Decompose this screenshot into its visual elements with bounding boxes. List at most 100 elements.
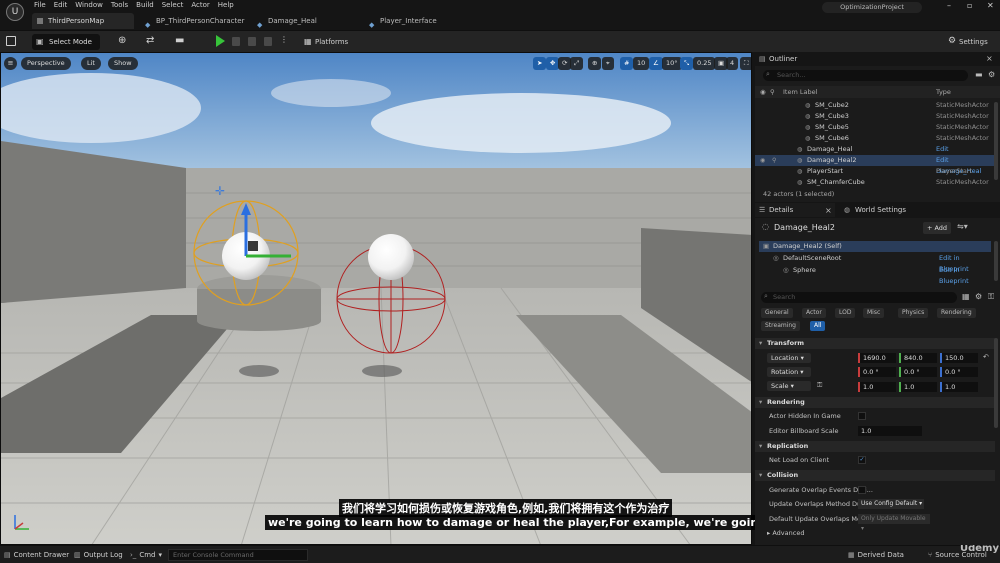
details-search-input[interactable]: Search — [761, 292, 957, 303]
scale-lock-icon[interactable]: ⚿ — [817, 381, 822, 390]
scale-y-field[interactable]: 1.0 — [899, 382, 937, 392]
category-tab[interactable]: Misc — [863, 308, 885, 318]
tab-details[interactable]: ☰ Details — [755, 203, 835, 217]
outliner-row[interactable]: ◍ SM_Cube5 StaticMeshActor — [755, 122, 995, 133]
scale-tool-icon[interactable]: ⤢ — [570, 57, 584, 70]
outliner-row[interactable]: ◍ SM_ChamferCube StaticMeshActor — [755, 177, 995, 188]
menu-edit[interactable]: Edit — [54, 1, 76, 9]
net-load-checkbox[interactable]: ✓ — [858, 456, 866, 464]
section-collision[interactable]: Collision — [755, 470, 995, 481]
unreal-logo-icon[interactable]: U — [6, 3, 24, 21]
default-update-select[interactable]: Only Update Movable ▾ — [858, 514, 930, 532]
location-dropdown[interactable]: Location ▾ — [767, 353, 811, 363]
rotation-y-field[interactable]: 0.0 ° — [899, 367, 937, 377]
details-scrollbar[interactable] — [994, 338, 998, 428]
close-icon[interactable]: ✕ — [987, 1, 994, 10]
play-options-icon[interactable]: ⋮ — [280, 35, 288, 44]
outliner-row[interactable]: ◍ PlayerStart PlayerStart — [755, 166, 995, 177]
output-log-button[interactable]: ▥ Output Log — [74, 549, 123, 561]
rotation-snap-value[interactable]: 10° — [662, 57, 682, 70]
tab-bp-character[interactable]: ◆ BP_ThirdPersonCharacter — [140, 13, 252, 29]
minimize-icon[interactable]: – — [947, 1, 951, 10]
category-tab[interactable]: General — [761, 308, 793, 318]
play-button[interactable] — [216, 35, 225, 47]
reset-icon[interactable]: ↶ — [983, 353, 989, 361]
outliner-row[interactable]: ◍ SM_Cube3 StaticMeshActor — [755, 111, 995, 122]
outliner-scrollbar[interactable] — [994, 102, 998, 180]
category-tab[interactable]: Actor — [802, 308, 826, 318]
menu-tools[interactable]: Tools — [111, 1, 136, 9]
component-row[interactable]: ◎ Sphere Edit in Blueprint — [759, 265, 991, 285]
select-tool-icon[interactable]: ➤ — [533, 57, 547, 70]
select-mode-dropdown[interactable]: Select Mode — [32, 34, 100, 50]
advanced-toggle[interactable]: ▸ Advanced — [767, 529, 804, 537]
eject-button[interactable] — [264, 37, 272, 46]
level-viewport[interactable]: ✛ ≡ Perspective Lit Show ➤ ✥ ⟳ ⤢ ⊕ ⌖ # 1… — [0, 52, 752, 545]
rotation-snap-icon[interactable]: ∠ — [649, 57, 663, 70]
billboard-scale-field[interactable]: 1.0 — [858, 426, 922, 436]
perspective-toggle[interactable]: Perspective — [21, 57, 71, 70]
save-icon[interactable] — [6, 36, 16, 46]
component-row[interactable]: ▣ Damage_Heal2 (Self) — [759, 241, 991, 252]
tab-world-settings[interactable]: ◍ World Settings — [841, 203, 906, 217]
menu-select[interactable]: Select — [162, 1, 192, 9]
actor-name[interactable]: Damage_Heal2 — [774, 223, 835, 232]
location-x-field[interactable]: 1690.0 — [858, 353, 896, 363]
settings-menu[interactable]: Settings — [948, 35, 988, 48]
lock-icon[interactable]: ⚿ — [988, 292, 994, 302]
camera-speed-value[interactable]: 4 — [726, 57, 739, 70]
section-rendering[interactable]: Rendering — [755, 397, 995, 408]
tab-player-interface[interactable]: ◆ Player_Interface — [364, 13, 474, 29]
rotation-dropdown[interactable]: Rotation ▾ — [767, 367, 811, 377]
add-content-icon[interactable]: ⊕ — [118, 35, 126, 46]
maximize-viewport-icon[interactable]: ⛶ — [740, 57, 751, 70]
outliner-settings-icon[interactable]: ⚙ — [988, 70, 995, 79]
show-menu[interactable]: Show — [108, 57, 138, 70]
outliner-row[interactable]: ◍ SM_Cube6 StaticMeshActor — [755, 133, 995, 144]
cinematics-icon[interactable]: ▬ — [175, 35, 184, 46]
surface-snap-icon[interactable]: ⌖ — [602, 57, 614, 70]
scale-snap-value[interactable]: 0.25 — [693, 57, 716, 70]
outliner-row[interactable]: ◉ ⚲ ◍ Damage_Heal2 Edit Damage_Heal — [755, 155, 995, 175]
details-settings-icon[interactable]: ⚙ — [975, 292, 982, 301]
blueprint-menu-icon[interactable]: ⇄ — [146, 35, 154, 46]
viewport-menu-icon[interactable]: ≡ — [4, 57, 17, 70]
menu-help[interactable]: Help — [218, 1, 242, 9]
pin-icon[interactable]: ⚲ — [772, 155, 776, 166]
outliner-row[interactable]: ◍ SM_Cube2 StaticMeshActor — [755, 100, 995, 111]
location-z-field[interactable]: 150.0 — [940, 353, 978, 363]
actor-hidden-checkbox[interactable] — [858, 412, 866, 420]
add-folder-icon[interactable]: ▬ — [975, 70, 983, 79]
component-row[interactable]: ◎ DefaultSceneRoot Edit in Blueprint — [759, 253, 991, 273]
rotation-z-field[interactable]: 0.0 ° — [940, 367, 978, 377]
components-scrollbar[interactable] — [994, 241, 998, 281]
property-matrix-icon[interactable]: ▦ — [962, 292, 970, 301]
gen-overlap-checkbox[interactable] — [858, 486, 866, 494]
col-item-label[interactable]: Item Label — [783, 86, 817, 98]
location-y-field[interactable]: 840.0 — [899, 353, 937, 363]
update-method-select[interactable]: Use Config Default ▾ — [858, 499, 924, 509]
grid-snap-value[interactable]: 10 — [633, 57, 650, 70]
tab-map[interactable]: ThirdPersonMap — [32, 13, 134, 29]
col-type[interactable]: Type — [936, 86, 951, 98]
menu-file[interactable]: File — [34, 1, 54, 9]
console-command-input[interactable]: Enter Console Command — [168, 549, 308, 561]
edit-in-blueprint-link[interactable]: Edit in Blueprint — [939, 265, 991, 287]
scale-x-field[interactable]: 1.0 — [858, 382, 896, 392]
tab-damage-heal[interactable]: ◆ Damage_Heal — [252, 13, 364, 29]
grid-snap-icon[interactable]: # — [620, 57, 634, 70]
outliner-row[interactable]: ◍Damage_HealEdit Damage_Heal — [755, 144, 995, 164]
blueprint-options-icon[interactable]: ⇋▾ — [957, 222, 968, 231]
category-tab[interactable]: LOD — [835, 308, 856, 318]
content-drawer-button[interactable]: ▤ Content Drawer — [4, 549, 69, 561]
skip-frame-button[interactable] — [232, 37, 240, 46]
outliner-search-input[interactable]: Search... — [763, 70, 968, 81]
scale-dropdown[interactable]: Scale ▾ — [767, 381, 811, 391]
menu-window[interactable]: Window — [75, 1, 111, 9]
section-replication[interactable]: Replication — [755, 441, 995, 452]
cmd-dropdown[interactable]: ›_ Cmd ▾ — [130, 549, 162, 561]
close-tab-icon[interactable]: × — [986, 54, 993, 63]
platforms-menu[interactable]: Platforms — [304, 36, 348, 48]
rotation-x-field[interactable]: 0.0 ° — [858, 367, 896, 377]
scale-snap-icon[interactable]: ⤡ — [680, 57, 694, 70]
